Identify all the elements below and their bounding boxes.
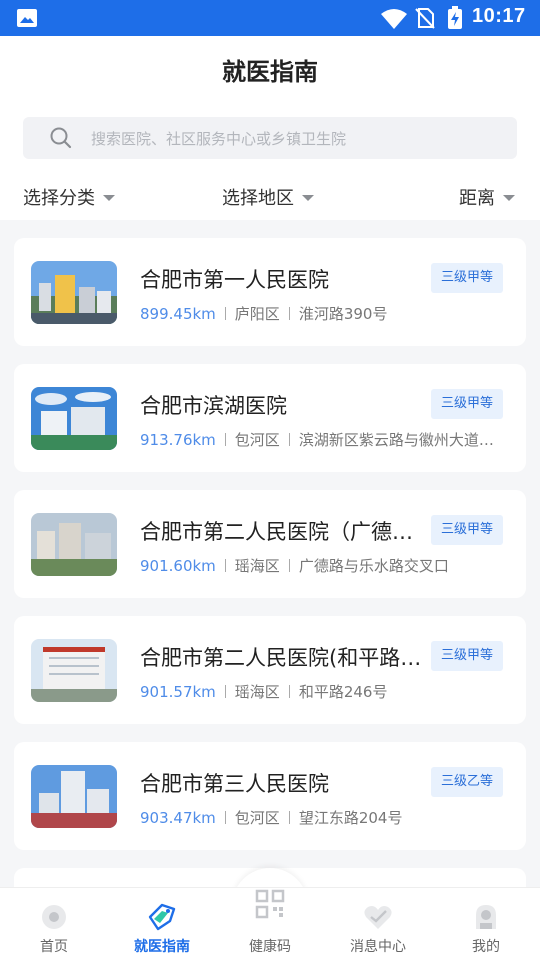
app-header: 就医指南 <box>0 36 540 101</box>
hospital-card[interactable]: 合肥市第一人民医院 三级甲等 899.45km 庐阳区 淮河路390号 <box>14 238 526 346</box>
category-filter-label: 选择分类 <box>23 188 95 209</box>
hospital-card[interactable]: 合肥市第二人民医院(和平路院区) 三级甲等 901.57km 瑶海区 和平路246号 <box>14 616 526 724</box>
tab-profile[interactable]: 我的 <box>432 888 540 961</box>
hospital-address: 望江东路204号 <box>298 809 403 827</box>
hospital-district: 瑶海区 <box>234 683 280 701</box>
hospital-district: 瑶海区 <box>234 557 280 575</box>
hospital-level-badge: 三级乙等 <box>431 767 503 797</box>
tab-health-code[interactable]: 健康码 <box>216 888 324 961</box>
divider <box>288 811 290 824</box>
hospital-name: 合肥市第二人民医院(和平路院区) <box>140 646 426 670</box>
hospital-level-badge: 三级甲等 <box>431 263 503 293</box>
status-bar: 10:17 <box>0 0 540 36</box>
region-filter-label: 选择地区 <box>222 188 294 209</box>
search-filter-panel: 选择分类 选择地区 距离 <box>0 100 540 220</box>
hospital-card[interactable]: 合肥市第三人民医院 三级乙等 903.47km 包河区 望江东路204号 <box>14 742 526 850</box>
profile-icon <box>476 905 496 929</box>
distance-sort-label: 距离 <box>459 188 495 209</box>
divider <box>288 307 290 320</box>
hospital-distance: 913.76km <box>140 431 216 449</box>
tab-home[interactable]: 首页 <box>0 888 108 961</box>
hospital-name: 合肥市滨湖医院 <box>140 394 287 418</box>
hospital-distance: 903.47km <box>140 809 216 827</box>
hospital-photo <box>31 261 117 324</box>
clock: 10:17 <box>472 5 526 27</box>
hospital-address: 淮河路390号 <box>298 305 388 323</box>
page-title: 就医指南 <box>222 58 318 86</box>
wifi-icon <box>381 9 407 29</box>
hospital-name: 合肥市第二人民医院（广德路院区） <box>140 520 426 544</box>
hospital-meta: 899.45km 庐阳区 淮河路390号 <box>140 303 504 324</box>
hospital-distance: 899.45km <box>140 305 216 323</box>
hospital-photo <box>31 387 117 450</box>
hospital-distance: 901.60km <box>140 557 216 575</box>
search-box[interactable] <box>23 117 517 161</box>
tab-label: 消息中心 <box>350 939 406 955</box>
heart-message-icon <box>364 906 392 929</box>
qr-code-icon <box>255 889 285 919</box>
caret-down-icon <box>302 194 314 201</box>
hospital-card[interactable]: 合肥市第二人民医院（广德路院区） 三级甲等 901.60km 瑶海区广德路与乐水路… <box>14 490 526 598</box>
hospital-meta: 913.76km 包河区 滨湖新区紫云路与徽州大道交口 <box>140 429 504 450</box>
hospital-level-badge: 三级甲等 <box>431 515 503 545</box>
region-filter[interactable]: 选择地区 <box>222 184 314 210</box>
guide-tag-icon <box>148 903 176 931</box>
divider <box>288 433 290 446</box>
divider <box>224 307 226 320</box>
hospital-photo <box>31 639 117 702</box>
tab-guide[interactable]: 就医指南 <box>108 888 216 961</box>
divider <box>224 433 226 446</box>
tab-label: 首页 <box>40 939 68 955</box>
gallery-notification-icon <box>17 9 37 27</box>
tab-label: 我的 <box>472 939 500 955</box>
bottom-tab-bar: 首页 就医指南 健康码 消息中心 我的 <box>0 887 540 961</box>
hospital-level-badge: 三级甲等 <box>431 389 503 419</box>
search-icon <box>50 127 72 149</box>
divider <box>288 559 290 572</box>
caret-down-icon <box>103 194 115 201</box>
hospital-level-badge: 三级甲等 <box>431 641 503 671</box>
hospital-meta: 901.57km 瑶海区 和平路246号 <box>140 681 504 702</box>
divider <box>224 811 226 824</box>
hospital-distance: 901.57km <box>140 683 216 701</box>
hospital-meta: 901.60km 瑶海区 广德路与乐水路交叉口 <box>140 555 504 576</box>
hospital-address: 广德路与乐水路交叉口 <box>298 557 449 575</box>
no-sim-icon <box>415 8 435 29</box>
hospital-card[interactable]: 合肥市滨湖医院 三级甲等 913.76km 包河区 滨湖新区紫云路与徽州大道交口 <box>14 364 526 472</box>
home-icon <box>42 905 66 929</box>
hospital-photo <box>31 765 117 828</box>
battery-charging-icon <box>448 6 462 29</box>
search-input[interactable] <box>89 117 503 161</box>
hospital-address: 滨湖新区紫云路与徽州大道交口 <box>298 431 504 449</box>
tab-messages[interactable]: 消息中心 <box>324 888 432 961</box>
tab-label: 健康码 <box>249 939 291 955</box>
distance-sort[interactable]: 距离 <box>459 184 515 210</box>
tab-label: 就医指南 <box>134 939 190 955</box>
hospital-photo <box>31 513 117 576</box>
hospital-district: 包河区 <box>234 809 280 827</box>
divider <box>224 685 226 698</box>
hospital-name: 合肥市第三人民医院 <box>140 772 329 796</box>
divider <box>224 559 226 572</box>
hospital-district: 包河区 <box>234 431 280 449</box>
category-filter[interactable]: 选择分类 <box>23 184 115 210</box>
caret-down-icon <box>503 194 515 201</box>
hospital-meta: 903.47km 包河区 望江东路204号 <box>140 807 504 828</box>
hospital-address: 和平路246号 <box>298 683 388 701</box>
divider <box>288 685 290 698</box>
hospital-name: 合肥市第一人民医院 <box>140 268 329 292</box>
hospital-district: 庐阳区 <box>234 305 280 323</box>
